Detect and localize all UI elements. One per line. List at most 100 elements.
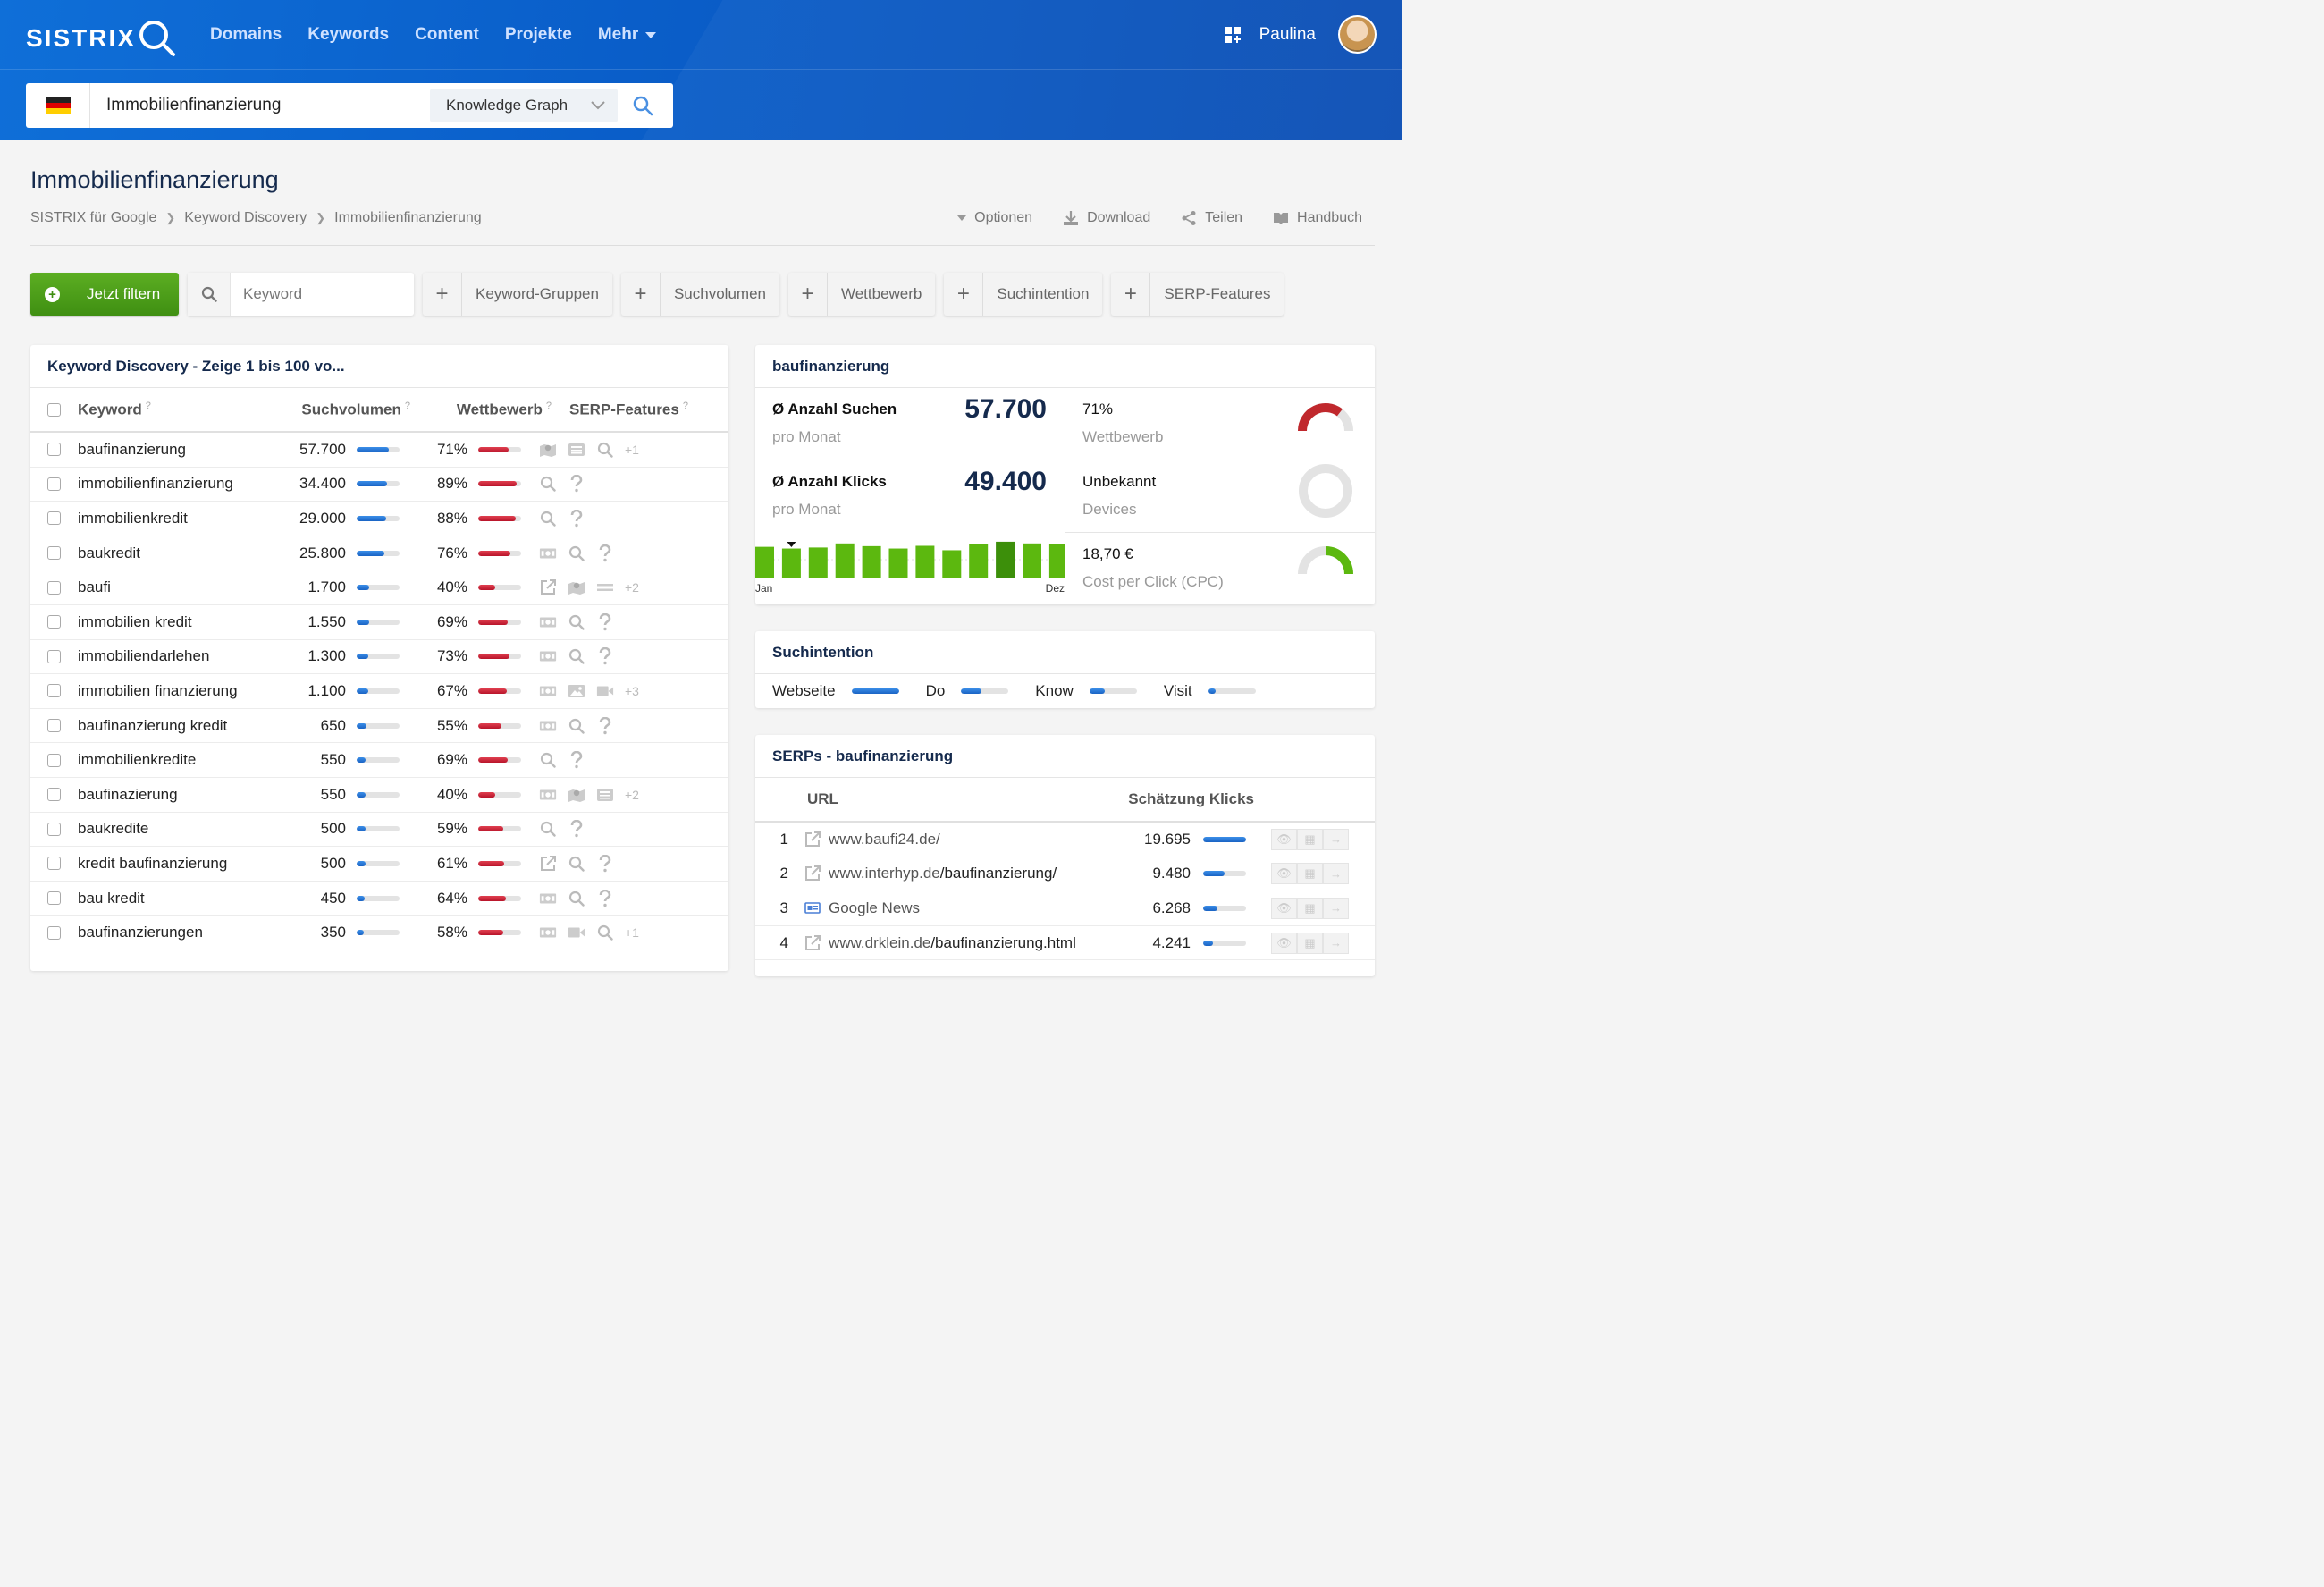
chart-icon[interactable]: ▦: [1297, 863, 1323, 885]
external-link-icon[interactable]: [804, 831, 821, 848]
question-icon[interactable]: [568, 509, 585, 528]
row-checkbox[interactable]: [47, 788, 61, 802]
more-features-count[interactable]: +2: [625, 788, 639, 802]
column-keyword[interactable]: Keyword?: [78, 401, 257, 419]
row-checkbox[interactable]: [47, 546, 61, 561]
image-icon[interactable]: [568, 682, 585, 700]
apply-filter-button[interactable]: + Jetzt filtern: [30, 273, 179, 316]
question-icon[interactable]: [568, 751, 585, 769]
eye-icon[interactable]: 👁: [1271, 828, 1297, 850]
filter-chip-competition[interactable]: + Wettbewerb: [787, 273, 936, 316]
keyword-cell[interactable]: baufinanzierung: [78, 441, 257, 459]
search-icon[interactable]: [568, 717, 585, 735]
breadcrumb-item[interactable]: SISTRIX für Google: [30, 210, 156, 226]
question-icon[interactable]: [596, 854, 614, 873]
help-icon[interactable]: ?: [405, 401, 410, 411]
trend-bar[interactable]: [888, 548, 908, 578]
serp-row[interactable]: 2 www.interhyp.de/baufinanzierung/ 9.480…: [755, 857, 1375, 892]
table-row[interactable]: baufinanzierungen 350 58% +1: [30, 916, 728, 950]
eye-icon[interactable]: 👁: [1271, 897, 1297, 919]
video-icon[interactable]: [568, 924, 585, 941]
external-link-icon[interactable]: [539, 855, 557, 873]
keyword-cell[interactable]: baufinanzierung kredit: [78, 717, 257, 735]
keyword-cell[interactable]: immobilienkredite: [78, 751, 257, 769]
serp-row[interactable]: 3 Google News 6.268 👁 ▦ →: [755, 891, 1375, 926]
row-checkbox[interactable]: [47, 719, 61, 733]
map-icon[interactable]: [568, 786, 585, 804]
ads-icon[interactable]: [539, 890, 557, 907]
table-row[interactable]: baukredit 25.800 76%: [30, 536, 728, 571]
keyword-cell[interactable]: baukredite: [78, 820, 257, 838]
row-checkbox[interactable]: [47, 580, 61, 595]
chart-icon[interactable]: ▦: [1297, 932, 1323, 954]
user-name[interactable]: Paulina: [1259, 25, 1316, 45]
row-checkbox[interactable]: [47, 511, 61, 526]
search-icon[interactable]: [539, 475, 557, 493]
question-icon[interactable]: [596, 647, 614, 665]
trend-bar[interactable]: [755, 546, 774, 578]
sistrix-logo[interactable]: SISTRIX: [26, 20, 177, 57]
keyword-cell[interactable]: immobilienkredit: [78, 510, 257, 528]
keyword-cell[interactable]: bau kredit: [78, 890, 257, 907]
question-icon[interactable]: [596, 716, 614, 735]
video-icon[interactable]: [596, 682, 614, 700]
trend-bar[interactable]: [942, 550, 962, 578]
keyword-cell[interactable]: immobilien finanzierung: [78, 682, 257, 700]
search-icon[interactable]: [568, 613, 585, 631]
search-icon[interactable]: [568, 544, 585, 562]
row-checkbox[interactable]: [47, 443, 61, 457]
download-button[interactable]: Download: [1063, 210, 1150, 226]
share-button[interactable]: Teilen: [1181, 210, 1242, 226]
nav-projekte[interactable]: Projekte: [505, 25, 572, 45]
nav-mehr[interactable]: Mehr: [598, 25, 657, 45]
ads-icon[interactable]: [539, 544, 557, 562]
search-icon[interactable]: [568, 890, 585, 907]
search-icon[interactable]: [539, 751, 557, 769]
keyword-cell[interactable]: baufinanzierungen: [78, 924, 257, 941]
keyword-cell[interactable]: kredit baufinanzierung: [78, 855, 257, 873]
avatar[interactable]: [1338, 15, 1377, 54]
keyword-cell[interactable]: baukredit: [78, 544, 257, 562]
table-row[interactable]: immobilien kredit 1.550 69%: [30, 605, 728, 640]
row-checkbox[interactable]: [47, 925, 61, 940]
table-row[interactable]: baukredite 500 59%: [30, 813, 728, 848]
trend-bar[interactable]: [835, 543, 855, 578]
options-button[interactable]: Optionen: [957, 210, 1032, 226]
ads-icon[interactable]: [539, 786, 557, 804]
nav-keywords[interactable]: Keywords: [307, 25, 389, 45]
filter-chip-serp-features[interactable]: + SERP-Features: [1111, 273, 1284, 316]
ads-icon[interactable]: [539, 613, 557, 631]
arrow-right-icon[interactable]: →: [1323, 828, 1349, 850]
table-row[interactable]: immobilienkredit 29.000 88%: [30, 502, 728, 536]
search-input[interactable]: Immobilienfinanzierung: [106, 96, 430, 115]
table-row[interactable]: baufinanzierung kredit 650 55%: [30, 709, 728, 744]
eye-icon[interactable]: 👁: [1271, 863, 1297, 885]
column-volume[interactable]: Suchvolumen?: [257, 401, 426, 419]
eye-icon[interactable]: 👁: [1271, 932, 1297, 954]
help-icon[interactable]: ?: [146, 401, 151, 411]
search-mode-select[interactable]: Knowledge Graph: [430, 89, 618, 122]
nav-content[interactable]: Content: [415, 25, 479, 45]
question-icon[interactable]: [568, 475, 585, 493]
serp-url[interactable]: www.drklein.de/baufinanzierung.html: [829, 934, 1076, 952]
trend-bar[interactable]: [1048, 544, 1065, 578]
external-link-icon[interactable]: [804, 865, 821, 882]
map-icon[interactable]: [568, 578, 585, 596]
chart-icon[interactable]: ▦: [1297, 828, 1323, 850]
row-checkbox[interactable]: [47, 891, 61, 906]
table-row[interactable]: immobilien finanzierung 1.100 67% +3: [30, 674, 728, 709]
apps-grid-icon[interactable]: [1224, 26, 1242, 44]
table-row[interactable]: baufinazierung 550 40% +2: [30, 778, 728, 813]
column-serp-features[interactable]: SERP-Features?: [552, 401, 688, 419]
more-features-count[interactable]: +1: [625, 925, 639, 940]
external-link-icon[interactable]: [804, 934, 821, 952]
row-checkbox[interactable]: [47, 477, 61, 491]
serp-row[interactable]: 1 www.baufi24.de/ 19.695 👁 ▦ →: [755, 823, 1375, 857]
filter-chip-keyword-groups[interactable]: + Keyword-Gruppen: [423, 273, 612, 316]
row-checkbox[interactable]: [47, 822, 61, 836]
keyword-filter[interactable]: Keyword: [188, 273, 414, 316]
more-features-count[interactable]: +1: [625, 443, 639, 457]
table-row[interactable]: bau kredit 450 64%: [30, 882, 728, 916]
serp-url[interactable]: www.baufi24.de/: [829, 831, 940, 848]
arrow-right-icon[interactable]: →: [1323, 863, 1349, 885]
